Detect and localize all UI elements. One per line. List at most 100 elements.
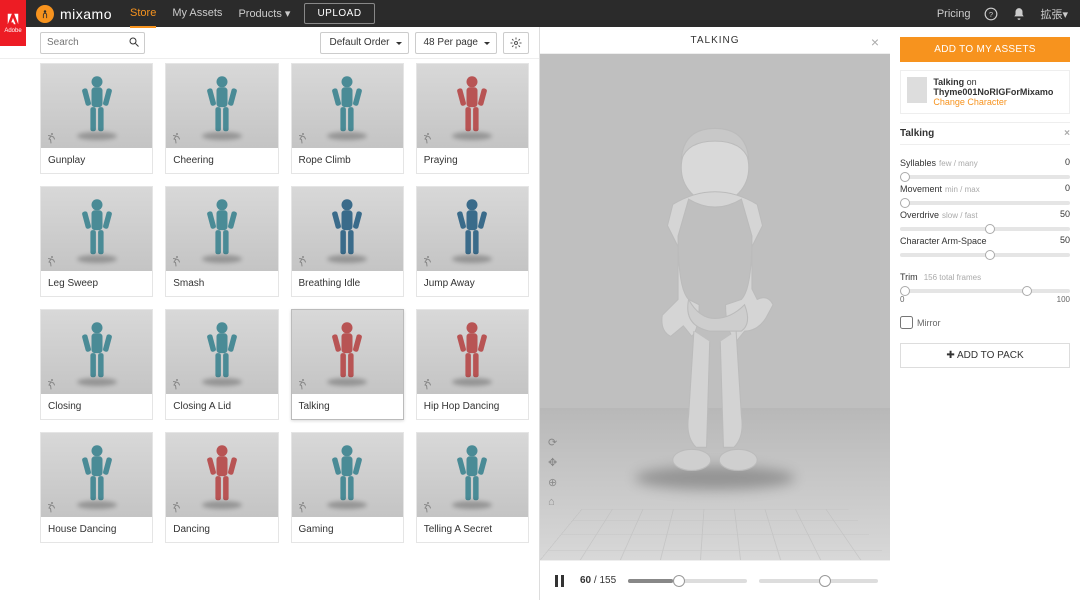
add-to-assets-button[interactable]: ADD TO MY ASSETS [900, 37, 1070, 62]
viewer-panel: TALKING × ⟳ ✥ ⊕ [540, 27, 890, 600]
topbar: mixamo Store My Assets Products ▾ UPLOAD… [0, 0, 1080, 27]
card-thumb [166, 433, 277, 517]
mixamo-logo-icon [36, 5, 54, 23]
card-thumb [41, 64, 152, 148]
card-thumb [292, 433, 403, 517]
animation-card[interactable]: Smash [165, 186, 278, 297]
reset-icon[interactable]: ⌂ [548, 496, 562, 510]
per-page-select[interactable]: 48 Per page [415, 32, 498, 54]
viewer-title: TALKING [690, 35, 739, 46]
card-thumb [292, 310, 403, 394]
card-thumb [41, 187, 152, 271]
card-label: Telling A Secret [417, 517, 528, 542]
params-close-icon[interactable]: × [1064, 128, 1070, 139]
card-thumb [417, 187, 528, 271]
view-tools: ⟳ ✥ ⊕ ⌂ [548, 436, 562, 510]
params-title: Talking [900, 128, 934, 139]
speed-slider[interactable] [759, 579, 878, 583]
anim-on-char: Talking on Thyme001NoRIGForMixamo [933, 77, 1063, 97]
card-thumb [292, 187, 403, 271]
orbit-icon[interactable]: ⟳ [548, 436, 562, 450]
card-label: Closing [41, 394, 152, 419]
user-menu[interactable]: 拡張▾ [1040, 6, 1068, 22]
adobe-tab[interactable]: Adobe [0, 0, 26, 46]
animation-card[interactable]: Breathing Idle [291, 186, 404, 297]
card-label: Gunplay [41, 148, 152, 173]
card-label: Hip Hop Dancing [417, 394, 528, 419]
viewport-3d[interactable]: ⟳ ✥ ⊕ ⌂ [540, 54, 890, 560]
trim-slider[interactable] [900, 289, 1070, 293]
main: Default Order 48 Per page Gunplay Cheerin… [0, 27, 1080, 600]
card-label: Leg Sweep [41, 271, 152, 296]
search-wrap [40, 32, 145, 54]
param-slider[interactable] [900, 227, 1070, 231]
param-slider[interactable] [900, 253, 1070, 257]
card-label: Gaming [292, 517, 403, 542]
animation-card[interactable]: Closing [40, 309, 153, 420]
card-thumb [166, 310, 277, 394]
card-thumb [166, 187, 277, 271]
search-icon[interactable] [128, 36, 140, 48]
card-thumb [166, 64, 277, 148]
svg-text:?: ? [989, 9, 993, 18]
mirror-checkbox[interactable]: Mirror [900, 316, 1070, 329]
animation-card[interactable]: Gaming [291, 432, 404, 543]
card-thumb [417, 64, 528, 148]
nav-pricing[interactable]: Pricing [937, 8, 971, 20]
zoom-icon[interactable]: ⊕ [548, 476, 562, 490]
param-slider[interactable] [900, 175, 1070, 179]
animation-card[interactable]: Telling A Secret [416, 432, 529, 543]
viewer-close-icon[interactable]: × [871, 34, 880, 50]
animation-card[interactable]: House Dancing [40, 432, 153, 543]
properties-panel: ADD TO MY ASSETS Talking on Thyme001NoRI… [890, 27, 1080, 600]
param-movement: Movementmin / max0 [900, 183, 1070, 205]
topbar-right: Pricing ? 拡張▾ [937, 6, 1068, 22]
browse-toolbar: Default Order 48 Per page [0, 27, 539, 59]
card-label: Breathing Idle [292, 271, 403, 296]
help-icon[interactable]: ? [984, 7, 998, 21]
nav-store[interactable]: Store [130, 0, 156, 28]
card-label: Smash [166, 271, 277, 296]
preview-character [600, 120, 830, 500]
viewer-header: TALKING × [540, 27, 890, 54]
animation-card[interactable]: Rope Climb [291, 63, 404, 174]
animation-card[interactable]: Dancing [165, 432, 278, 543]
animation-card[interactable]: Praying [416, 63, 529, 174]
upload-button[interactable]: UPLOAD [304, 3, 374, 24]
card-thumb [292, 64, 403, 148]
param-syllables: Syllablesfew / many0 [900, 157, 1070, 179]
pan-icon[interactable]: ✥ [548, 456, 562, 470]
nav-products[interactable]: Products ▾ [238, 0, 290, 28]
param-trim: Trim 156 total frames 0100 [900, 271, 1070, 304]
card-label: Talking [292, 394, 403, 419]
grid-scroll[interactable]: Gunplay Cheering Rope Climb Praying Leg Swee… [0, 59, 539, 600]
animation-card[interactable]: Leg Sweep [40, 186, 153, 297]
character-thumb [907, 77, 927, 103]
settings-button[interactable] [503, 32, 529, 54]
animation-card[interactable]: Closing A Lid [165, 309, 278, 420]
animation-card[interactable]: Talking [291, 309, 404, 420]
card-label: House Dancing [41, 517, 152, 542]
pause-button[interactable] [552, 573, 568, 589]
adobe-label: Adobe [4, 28, 21, 34]
nav-my-assets[interactable]: My Assets [172, 0, 222, 28]
gear-icon [510, 37, 522, 49]
sort-order-select[interactable]: Default Order [320, 32, 408, 54]
animation-grid: Gunplay Cheering Rope Climb Praying Leg Swee… [40, 63, 529, 543]
change-character-link[interactable]: Change Character [933, 97, 1063, 107]
card-thumb [417, 310, 528, 394]
card-thumb [41, 433, 152, 517]
add-to-pack-button[interactable]: ✚ ADD TO PACK [900, 343, 1070, 368]
character-box: Talking on Thyme001NoRIGForMixamo Change… [900, 70, 1070, 114]
animation-card[interactable]: Jump Away [416, 186, 529, 297]
bell-icon[interactable] [1012, 7, 1026, 21]
params-header: Talking × [900, 122, 1070, 145]
animation-card[interactable]: Gunplay [40, 63, 153, 174]
animation-card[interactable]: Cheering [165, 63, 278, 174]
card-label: Rope Climb [292, 148, 403, 173]
timeline-scrubber[interactable] [628, 579, 747, 583]
card-label: Praying [417, 148, 528, 173]
animation-card[interactable]: Hip Hop Dancing [416, 309, 529, 420]
param-slider[interactable] [900, 201, 1070, 205]
logo-text: mixamo [60, 6, 112, 22]
